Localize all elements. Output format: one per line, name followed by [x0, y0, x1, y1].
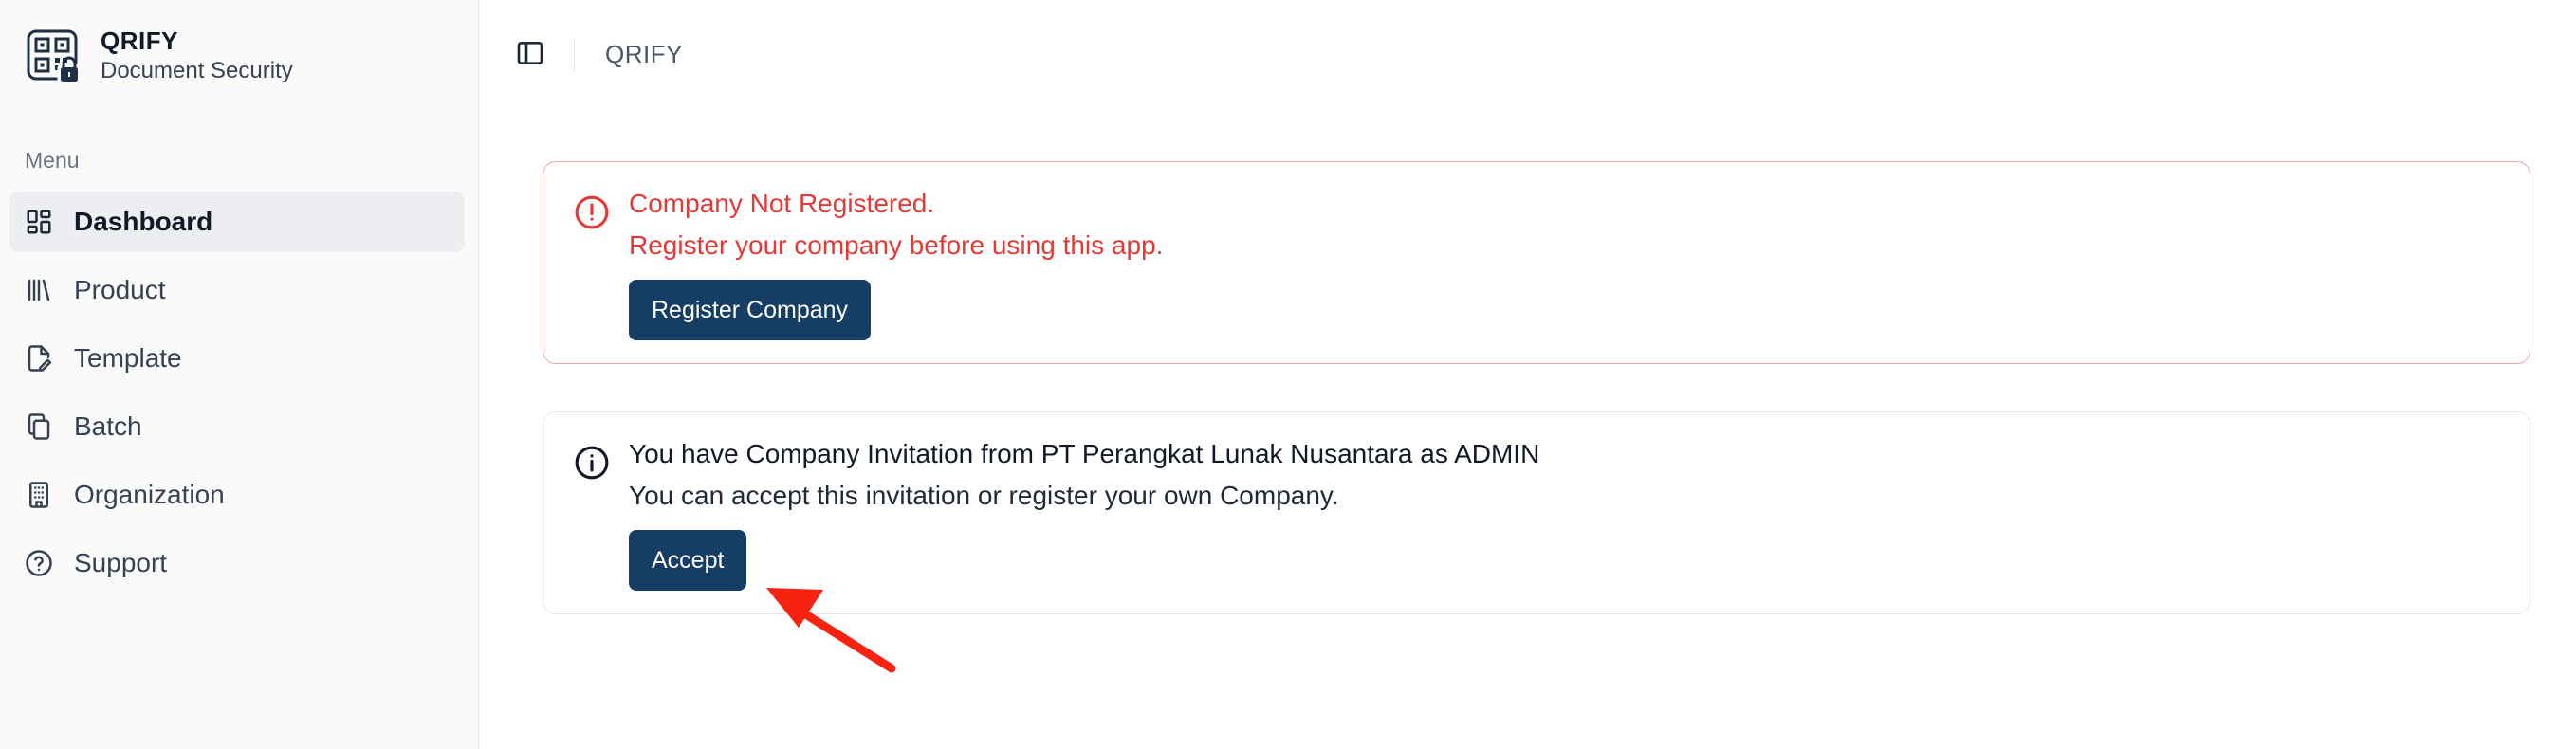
sidebar-item-template[interactable]: Template	[9, 328, 465, 389]
help-circle-icon	[26, 550, 52, 576]
topbar: QRIFY	[479, 0, 2576, 112]
brand-subtitle: Document Security	[101, 58, 293, 83]
sidebar-item-label: Template	[74, 343, 182, 373]
sidebar-item-label: Dashboard	[74, 207, 213, 236]
sidebar-item-dashboard[interactable]: Dashboard	[9, 192, 465, 252]
dashboard-icon	[27, 210, 51, 234]
accept-invitation-button[interactable]: Accept	[629, 530, 747, 591]
topbar-divider	[574, 38, 575, 72]
library-icon	[28, 279, 50, 301]
alert-circle-icon	[575, 195, 609, 229]
sidebar-item-support[interactable]: Support	[9, 533, 465, 594]
sidebar-item-batch[interactable]: Batch	[9, 396, 465, 457]
file-edit-icon	[28, 345, 52, 372]
sidebar-menu: Dashboard Product Template Batch Organiz…	[9, 192, 465, 601]
alert-description: Register your company before using this …	[629, 230, 1164, 260]
alert-title: Company Not Registered.	[629, 189, 935, 218]
breadcrumb[interactable]: QRIFY	[605, 40, 683, 69]
annotation-arrow-icon	[766, 588, 896, 673]
sidebar-toggle-icon	[517, 42, 543, 64]
qr-lock-icon	[27, 29, 82, 84]
sidebar-toggle-button[interactable]	[515, 38, 553, 72]
alert-title: You have Company Invitation from PT Pera…	[629, 439, 1540, 468]
sidebar-item-organization[interactable]: Organization	[9, 465, 465, 525]
alert-description: You can accept this invitation or regist…	[629, 481, 1339, 510]
company-not-registered-alert: Company Not Registered. Register your co…	[543, 161, 2530, 364]
sidebar: QRIFY Document Security Menu Dashboard P…	[0, 0, 479, 749]
sidebar-item-label: Organization	[74, 480, 225, 509]
info-icon	[575, 446, 609, 480]
menu-section-label: Menu	[25, 148, 80, 173]
brand[interactable]: QRIFY Document Security	[27, 27, 293, 87]
sidebar-item-label: Product	[74, 275, 166, 304]
register-company-button[interactable]: Register Company	[629, 280, 872, 340]
copy-icon	[28, 413, 50, 440]
sidebar-item-label: Batch	[74, 411, 142, 441]
brand-title: QRIFY	[101, 27, 178, 55]
sidebar-item-label: Support	[74, 548, 168, 577]
building-icon	[29, 482, 48, 508]
sidebar-item-product[interactable]: Product	[9, 260, 465, 320]
